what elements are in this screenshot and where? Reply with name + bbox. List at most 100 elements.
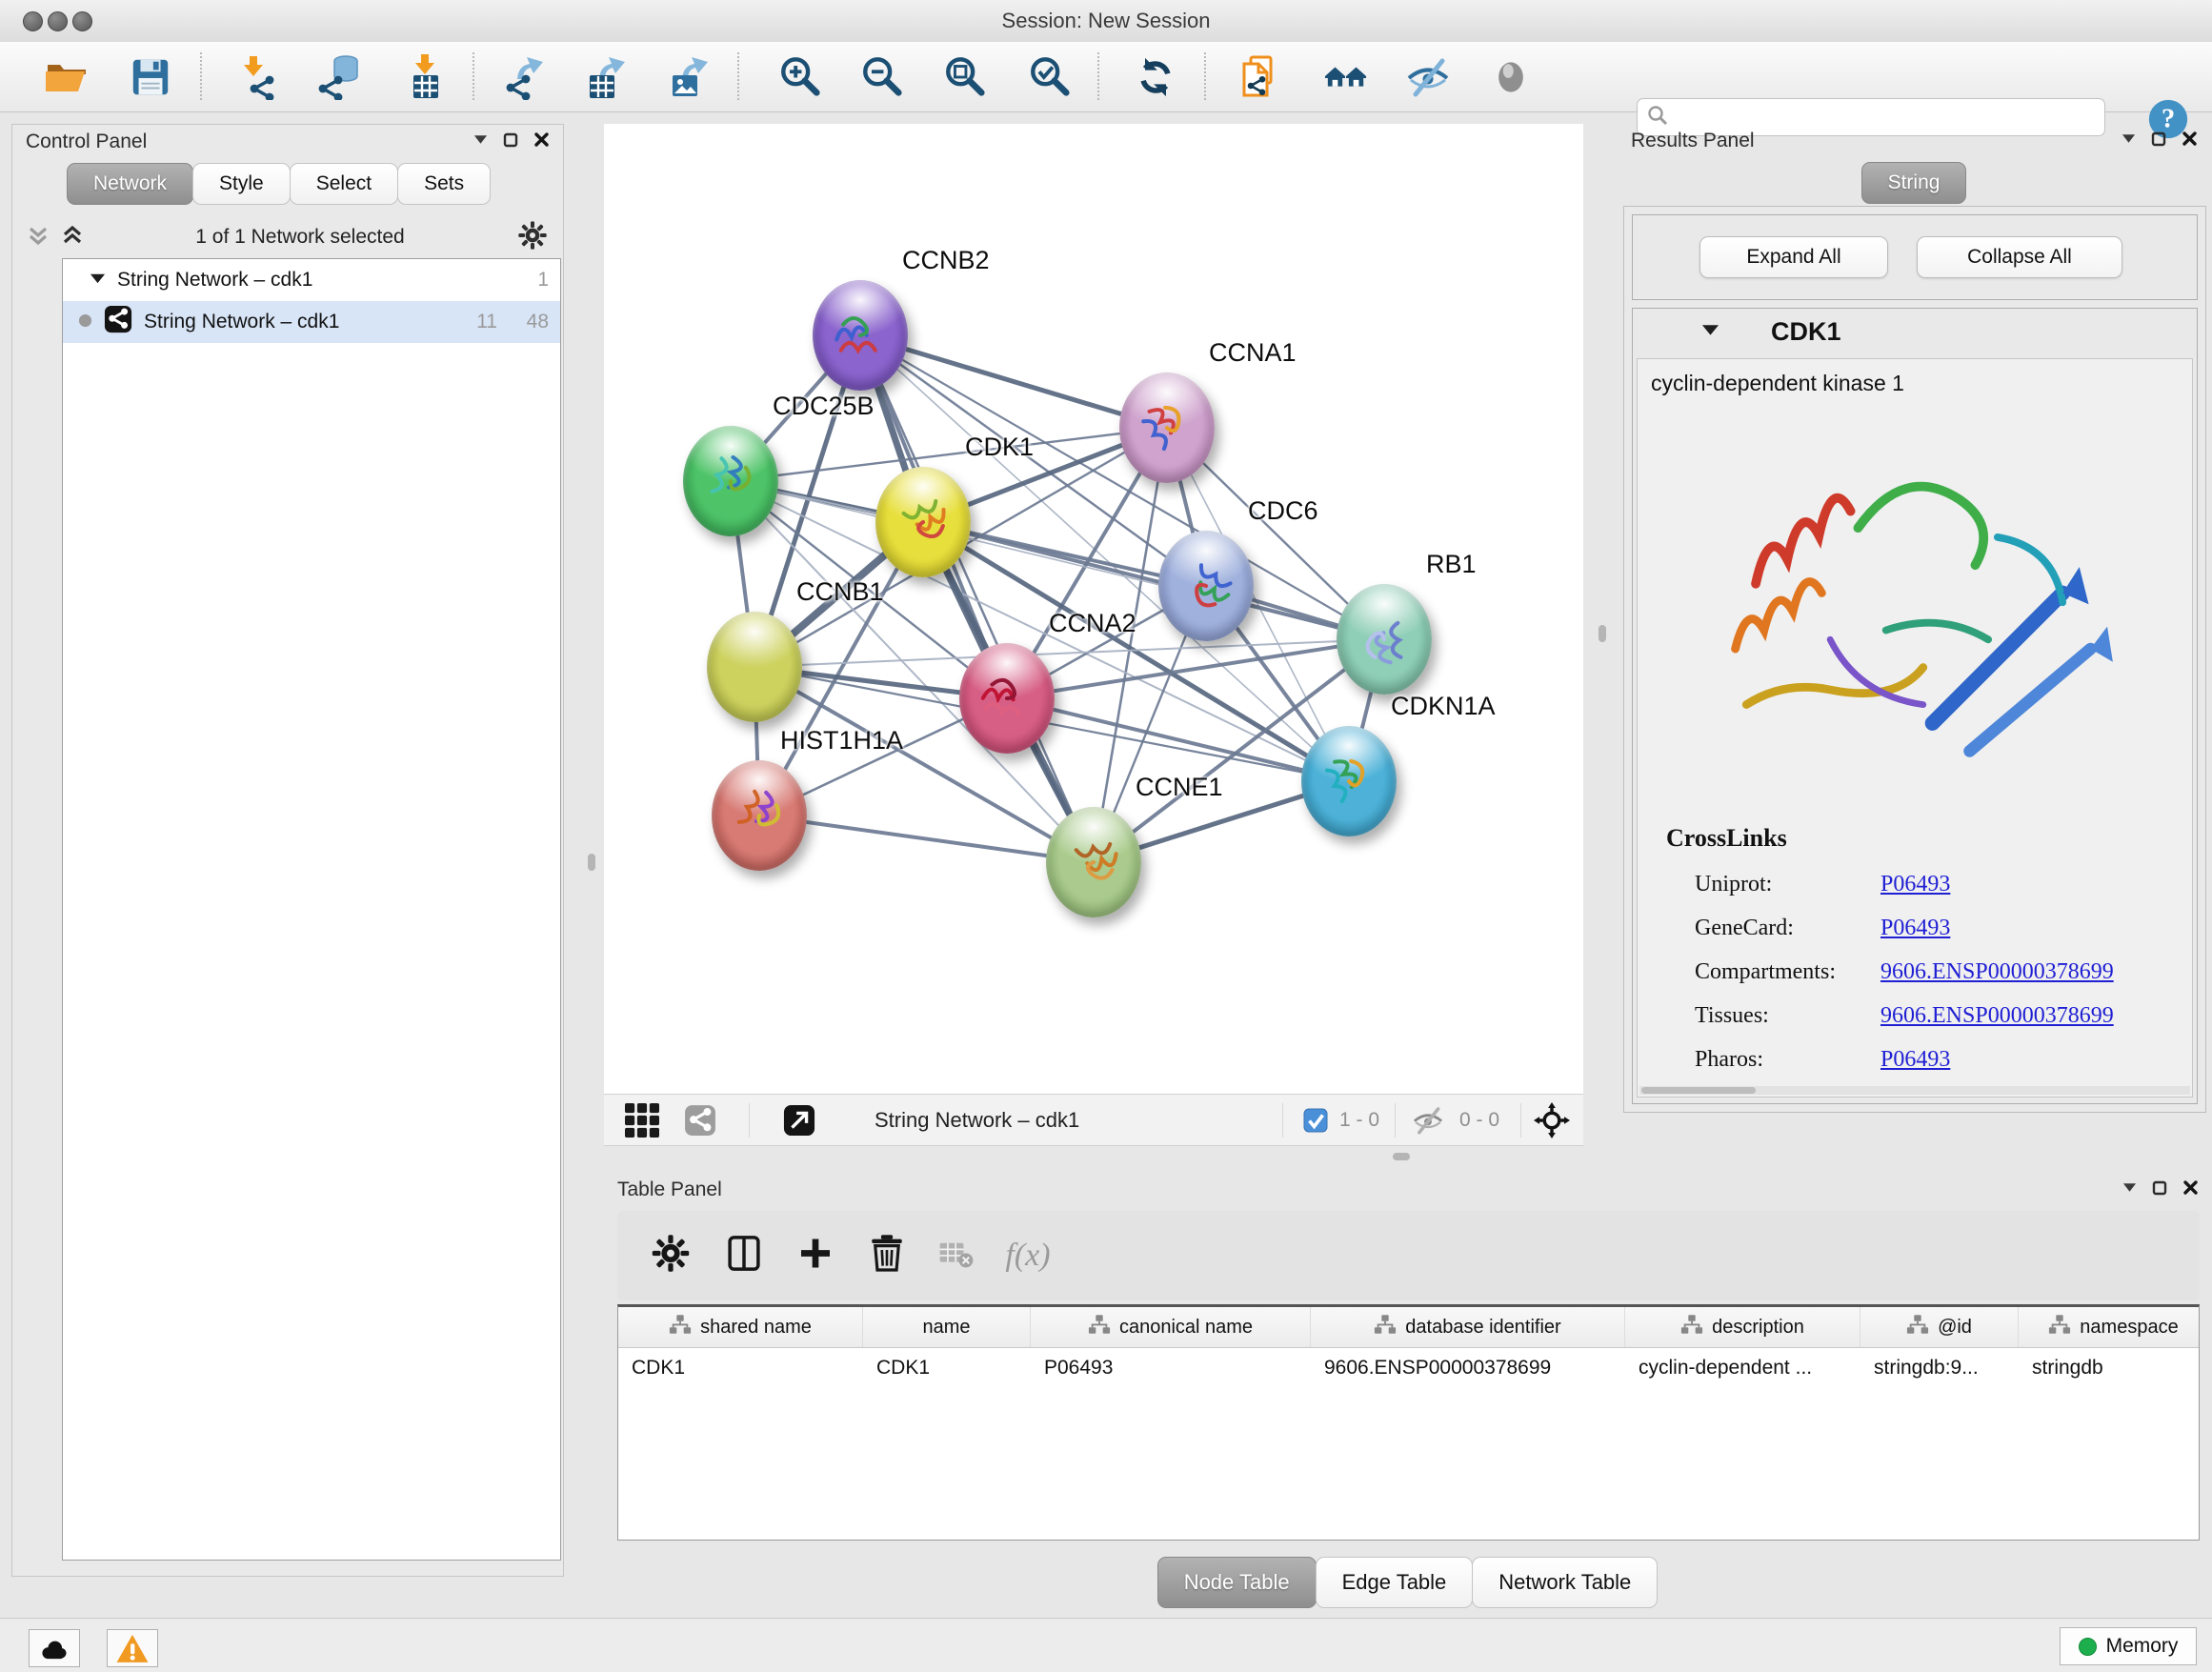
import-database-button[interactable] [312, 50, 365, 104]
cloud-button[interactable] [29, 1629, 80, 1667]
network-node-CDC6[interactable] [1158, 531, 1254, 641]
column-header-namespace[interactable]: namespace [2019, 1307, 2200, 1347]
left-splitter-handle[interactable] [588, 854, 595, 871]
column-header-database-identifier[interactable]: database identifier [1311, 1307, 1625, 1347]
selected-checkbox-icon[interactable] [1303, 1108, 1328, 1133]
network-node-CCNE1[interactable] [1046, 807, 1141, 917]
table-cell[interactable]: cyclin-dependent ... [1625, 1348, 1860, 1388]
hidden-eye-icon[interactable] [1412, 1104, 1444, 1137]
column-header-shared-name[interactable]: shared name [618, 1307, 863, 1347]
eye-hide-button[interactable] [1401, 50, 1455, 104]
share-view-icon[interactable] [684, 1104, 716, 1137]
delete-row-icon[interactable] [867, 1234, 907, 1279]
tab-edge-table[interactable]: Edge Table [1316, 1557, 1474, 1608]
network-node-CCNA2[interactable] [959, 643, 1055, 754]
crosslink-link-compartments[interactable]: 9606.ENSP00000378699 [1880, 959, 2177, 985]
column-header-description[interactable]: description [1625, 1307, 1860, 1347]
tab-network-table[interactable]: Network Table [1472, 1557, 1658, 1608]
import-network-button[interactable] [231, 50, 285, 104]
network-collection-row[interactable]: String Network – cdk1 1 [63, 259, 560, 301]
table-cell[interactable]: CDK1 [863, 1348, 1031, 1388]
warning-button[interactable] [107, 1629, 158, 1667]
network-node-HIST1H1A[interactable] [712, 760, 807, 871]
save-button[interactable] [124, 50, 177, 104]
network-node-CCNB1[interactable] [707, 612, 802, 722]
column-type-icon [669, 1313, 692, 1341]
collapse-triangle-icon[interactable] [90, 269, 106, 292]
network-row[interactable]: String Network – cdk1 11 48 [63, 301, 560, 343]
crosslink-link-pharos[interactable]: P06493 [1880, 1047, 2177, 1073]
table-cell[interactable]: stringdb:9... [1860, 1348, 2019, 1388]
table-cell[interactable]: CDK1 [618, 1348, 863, 1388]
tab-style[interactable]: Style [192, 163, 291, 205]
gene-section-header[interactable]: CDK1 [1633, 309, 2197, 354]
panel-close-icon[interactable] [2182, 131, 2198, 151]
table-cell[interactable]: P06493 [1031, 1348, 1311, 1388]
expand-all-chevrons-icon[interactable] [62, 225, 83, 251]
grid-view-icon[interactable] [625, 1103, 659, 1138]
open-folder-button[interactable] [40, 50, 93, 104]
external-link-icon[interactable] [783, 1104, 815, 1137]
export-table-button[interactable] [580, 50, 633, 104]
tab-string[interactable]: String [1861, 162, 1967, 204]
crosslink-label: Pharos: [1695, 1047, 1880, 1073]
collapse-all-button[interactable]: Collapse All [1917, 236, 2122, 278]
import-table-button[interactable] [399, 50, 452, 104]
tab-select[interactable]: Select [290, 163, 398, 205]
panel-maximize-icon[interactable] [503, 132, 518, 152]
export-image-button[interactable] [663, 50, 716, 104]
network-node-RB1[interactable] [1337, 584, 1432, 695]
table-cell[interactable]: 9606.ENSP00000378699 [1311, 1348, 1625, 1388]
network-node-CCNB2[interactable] [813, 280, 908, 391]
panel-maximize-icon[interactable] [2151, 131, 2166, 151]
export-network-button[interactable] [498, 50, 552, 104]
sphere-button[interactable] [1484, 50, 1538, 104]
memory-button[interactable]: Memory [2060, 1627, 2197, 1665]
column-header--id[interactable]: @id [1860, 1307, 2019, 1347]
zoom-selected-button[interactable] [1023, 50, 1076, 104]
settings-gear-icon[interactable] [651, 1234, 691, 1279]
toolbar-separator [1097, 52, 1099, 100]
panel-float-icon[interactable] [2122, 1180, 2137, 1199]
table-cell[interactable]: stringdb [2019, 1348, 2200, 1388]
collapse-all-chevrons-icon[interactable] [28, 225, 49, 251]
expand-all-button[interactable]: Expand All [1699, 236, 1888, 278]
column-header-canonical-name[interactable]: canonical name [1031, 1307, 1311, 1347]
zoom-in-button[interactable] [774, 50, 827, 104]
bottom-splitter-handle[interactable] [1393, 1153, 1410, 1160]
network-node-CDKN1A[interactable] [1301, 726, 1397, 836]
table-row[interactable]: CDK1CDK1P064939606.ENSP00000378699cyclin… [618, 1348, 2199, 1388]
network-node-CDC25B[interactable] [683, 426, 778, 536]
document-share-button[interactable] [1233, 50, 1286, 104]
network-node-CCNA1[interactable] [1119, 373, 1215, 483]
options-gear-icon[interactable] [517, 220, 548, 255]
panel-close-icon[interactable] [2182, 1179, 2199, 1200]
crosslink-link-uniprot[interactable]: P06493 [1880, 872, 2177, 897]
results-scrollbar[interactable] [1639, 1086, 2190, 1095]
panel-float-icon[interactable] [2122, 131, 2136, 151]
node-count: 11 [457, 311, 497, 333]
column-header-name[interactable]: name [863, 1307, 1031, 1347]
network-node-CDK1[interactable] [875, 467, 971, 577]
network-view-statusbar: String Network – cdk1 1 - 0 0 - 0 [604, 1094, 1583, 1146]
panel-float-icon[interactable] [473, 132, 488, 151]
birdseye-icon[interactable] [1534, 1102, 1570, 1138]
panel-maximize-icon[interactable] [2152, 1180, 2167, 1200]
columns-icon[interactable] [724, 1234, 764, 1279]
homes-button[interactable] [1319, 50, 1373, 104]
zoom-fit-button[interactable] [938, 50, 992, 104]
tab-node-table[interactable]: Node Table [1157, 1557, 1317, 1608]
protein-ribbon-glyph [1119, 380, 1216, 476]
refresh-button[interactable] [1129, 50, 1182, 104]
collapse-triangle-icon[interactable] [1701, 320, 1719, 343]
panel-close-icon[interactable] [533, 131, 550, 152]
right-splitter-handle[interactable] [1599, 625, 1606, 642]
zoom-out-button[interactable] [855, 50, 909, 104]
tab-sets[interactable]: Sets [397, 163, 491, 205]
network-selection-status: 1 of 1 Network selected [96, 226, 504, 249]
tab-network[interactable]: Network [67, 163, 193, 205]
network-view-canvas[interactable]: CCNB2CCNA1CDC25BCDK1CDC6RB1CCNB1CCNA2CDK… [604, 124, 1583, 1094]
add-column-icon[interactable] [796, 1235, 835, 1278]
crosslink-link-tissues[interactable]: 9606.ENSP00000378699 [1880, 1003, 2177, 1029]
crosslink-link-genecard[interactable]: P06493 [1880, 916, 2177, 941]
